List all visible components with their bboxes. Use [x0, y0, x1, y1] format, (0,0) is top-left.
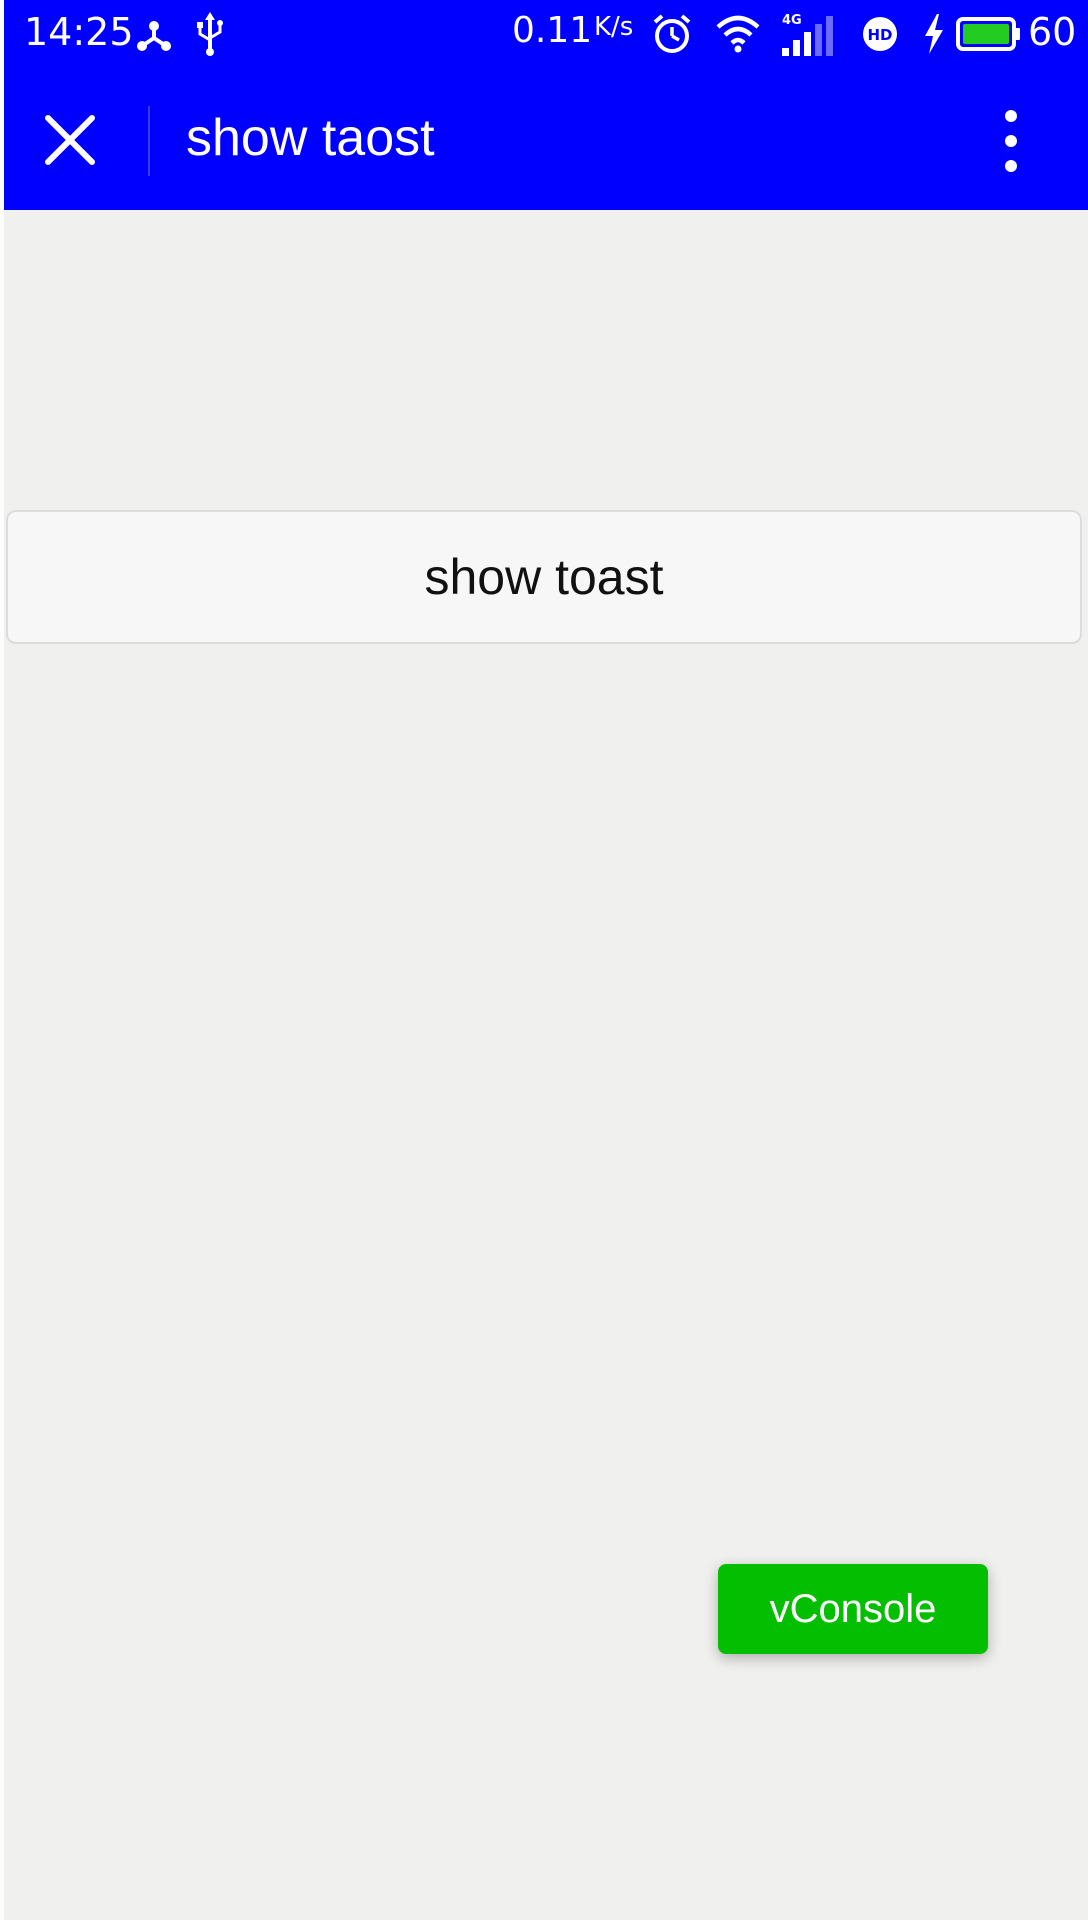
wifi-icon [714, 10, 762, 58]
share-icon [132, 10, 176, 58]
hd-label: HD [867, 26, 892, 44]
battery-icon [956, 10, 1022, 58]
network-speed: 0.11 [512, 10, 593, 51]
show-toast-button[interactable]: show toast [6, 510, 1082, 644]
status-time: 14:25 [24, 10, 134, 54]
screen-edge [0, 0, 4, 1920]
hd-icon: HD [860, 10, 900, 58]
vconsole-button[interactable]: vConsole [718, 1564, 988, 1654]
nav-bar: show taost [4, 68, 1088, 210]
more-vertical-icon [1005, 110, 1017, 172]
more-button[interactable] [996, 106, 1026, 176]
network-speed-unit: K/s [594, 12, 634, 42]
header: 14:25 0.11 K/s 4G HD 60 show taost [4, 0, 1088, 210]
close-button[interactable] [42, 112, 98, 168]
network-type-label: 4G [782, 13, 802, 28]
charging-icon [922, 10, 946, 58]
alarm-icon [650, 10, 694, 58]
battery-level: 60 [1028, 10, 1077, 54]
page-title: show taost [186, 109, 435, 167]
close-icon [45, 115, 95, 165]
signal-icon: 4G [780, 10, 838, 58]
nav-divider [148, 106, 150, 176]
usb-icon [192, 10, 228, 58]
status-bar: 14:25 0.11 K/s 4G HD 60 [4, 0, 1088, 68]
page-content: show toast vConsole [4, 210, 1088, 1920]
